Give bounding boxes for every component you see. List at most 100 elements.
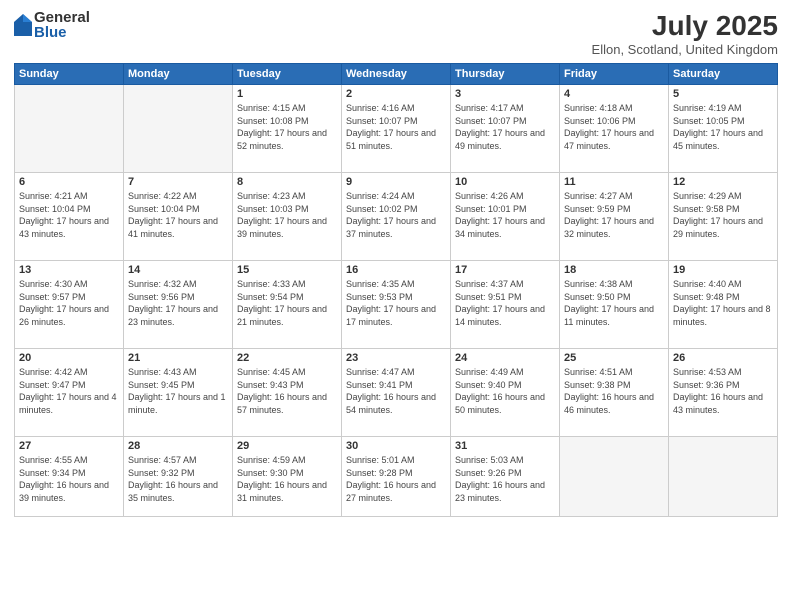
day-number: 2	[346, 88, 446, 100]
day-info: Sunrise: 4:26 AM Sunset: 10:01 PM Daylig…	[455, 190, 555, 240]
table-row: 1 Sunrise: 4:15 AM Sunset: 10:08 PM Dayli…	[233, 85, 342, 173]
day-info: Sunrise: 4:32 AM Sunset: 9:56 PM Dayligh…	[128, 278, 228, 328]
day-info: Sunrise: 4:33 AM Sunset: 9:54 PM Dayligh…	[237, 278, 337, 328]
day-info: Sunrise: 4:24 AM Sunset: 10:02 PM Daylig…	[346, 190, 446, 240]
day-number: 19	[673, 264, 773, 276]
day-number: 4	[564, 88, 664, 100]
day-number: 12	[673, 176, 773, 188]
day-info: Sunrise: 4:23 AM Sunset: 10:03 PM Daylig…	[237, 190, 337, 240]
day-info: Sunrise: 4:40 AM Sunset: 9:48 PM Dayligh…	[673, 278, 773, 328]
table-row: 24Sunrise: 4:49 AM Sunset: 9:40 PM Dayli…	[451, 349, 560, 437]
day-info: Sunrise: 5:03 AM Sunset: 9:26 PM Dayligh…	[455, 454, 555, 504]
day-info: Sunrise: 4:55 AM Sunset: 9:34 PM Dayligh…	[19, 454, 119, 504]
table-row: 5 Sunrise: 4:19 AM Sunset: 10:05 PM Dayli…	[669, 85, 778, 173]
day-number: 6	[19, 176, 119, 188]
table-row: 6 Sunrise: 4:21 AM Sunset: 10:04 PM Dayli…	[15, 173, 124, 261]
title-block: July 2025 Ellon, Scotland, United Kingdo…	[592, 10, 778, 57]
day-number: 11	[564, 176, 664, 188]
day-number: 16	[346, 264, 446, 276]
table-row: 15 Sunrise: 4:33 AM Sunset: 9:54 PM Dayli…	[233, 261, 342, 349]
calendar-title: July 2025	[592, 10, 778, 42]
col-monday: Monday	[124, 64, 233, 85]
table-row: 17Sunrise: 4:37 AM Sunset: 9:51 PM Dayli…	[451, 261, 560, 349]
day-info: Sunrise: 4:38 AM Sunset: 9:50 PM Dayligh…	[564, 278, 664, 328]
table-row: 4 Sunrise: 4:18 AM Sunset: 10:06 PM Dayli…	[560, 85, 669, 173]
day-info: Sunrise: 4:19 AM Sunset: 10:05 PM Daylig…	[673, 102, 773, 152]
day-number: 7	[128, 176, 228, 188]
table-row: 13 Sunrise: 4:30 AM Sunset: 9:57 PM Dayli…	[15, 261, 124, 349]
day-number: 31	[455, 440, 555, 452]
table-row: 28Sunrise: 4:57 AM Sunset: 9:32 PM Dayli…	[124, 437, 233, 517]
day-number: 15	[237, 264, 337, 276]
day-info: Sunrise: 4:53 AM Sunset: 9:36 PM Dayligh…	[673, 366, 773, 416]
table-row: 9 Sunrise: 4:24 AM Sunset: 10:02 PM Dayli…	[342, 173, 451, 261]
table-row: 10 Sunrise: 4:26 AM Sunset: 10:01 PM Dayl…	[451, 173, 560, 261]
table-row: 14Sunrise: 4:32 AM Sunset: 9:56 PM Dayli…	[124, 261, 233, 349]
table-row: 22Sunrise: 4:45 AM Sunset: 9:43 PM Dayli…	[233, 349, 342, 437]
table-row: 3Sunrise: 4:17 AM Sunset: 10:07 PM Dayli…	[451, 85, 560, 173]
calendar-table: Sunday Monday Tuesday Wednesday Thursday…	[14, 63, 778, 517]
table-row: 31 Sunrise: 5:03 AM Sunset: 9:26 PM Dayli…	[451, 437, 560, 517]
day-number: 20	[19, 352, 119, 364]
day-number: 21	[128, 352, 228, 364]
day-number: 29	[237, 440, 337, 452]
calendar-week-row: 13 Sunrise: 4:30 AM Sunset: 9:57 PM Dayli…	[15, 261, 778, 349]
page: General Blue July 2025 Ellon, Scotland, …	[0, 0, 792, 612]
day-info: Sunrise: 4:59 AM Sunset: 9:30 PM Dayligh…	[237, 454, 337, 504]
calendar-location: Ellon, Scotland, United Kingdom	[592, 42, 778, 57]
col-saturday: Saturday	[669, 64, 778, 85]
day-info: Sunrise: 4:51 AM Sunset: 9:38 PM Dayligh…	[564, 366, 664, 416]
table-row: 21 Sunrise: 4:43 AM Sunset: 9:45 PM Dayli…	[124, 349, 233, 437]
day-info: Sunrise: 4:45 AM Sunset: 9:43 PM Dayligh…	[237, 366, 337, 416]
day-number: 13	[19, 264, 119, 276]
day-number: 8	[237, 176, 337, 188]
table-row: 26 Sunrise: 4:53 AM Sunset: 9:36 PM Dayli…	[669, 349, 778, 437]
col-tuesday: Tuesday	[233, 64, 342, 85]
table-row: 12Sunrise: 4:29 AM Sunset: 9:58 PM Dayli…	[669, 173, 778, 261]
day-info: Sunrise: 4:30 AM Sunset: 9:57 PM Dayligh…	[19, 278, 119, 328]
day-info: Sunrise: 4:16 AM Sunset: 10:07 PM Daylig…	[346, 102, 446, 152]
table-row: 23 Sunrise: 4:47 AM Sunset: 9:41 PM Dayli…	[342, 349, 451, 437]
logo-general-text: General	[34, 10, 90, 25]
day-info: Sunrise: 4:42 AM Sunset: 9:47 PM Dayligh…	[19, 366, 119, 416]
day-info: Sunrise: 4:18 AM Sunset: 10:06 PM Daylig…	[564, 102, 664, 152]
col-friday: Friday	[560, 64, 669, 85]
col-sunday: Sunday	[15, 64, 124, 85]
day-number: 23	[346, 352, 446, 364]
table-row: 16 Sunrise: 4:35 AM Sunset: 9:53 PM Dayli…	[342, 261, 451, 349]
day-number: 5	[673, 88, 773, 100]
table-row: 18 Sunrise: 4:38 AM Sunset: 9:50 PM Dayli…	[560, 261, 669, 349]
day-info: Sunrise: 4:21 AM Sunset: 10:04 PM Daylig…	[19, 190, 119, 240]
day-number: 10	[455, 176, 555, 188]
calendar-week-row: 6 Sunrise: 4:21 AM Sunset: 10:04 PM Dayli…	[15, 173, 778, 261]
table-row: 2 Sunrise: 4:16 AM Sunset: 10:07 PM Dayli…	[342, 85, 451, 173]
logo-blue-text: Blue	[34, 25, 90, 40]
table-row	[560, 437, 669, 517]
table-row	[15, 85, 124, 173]
day-number: 1	[237, 88, 337, 100]
day-number: 9	[346, 176, 446, 188]
day-info: Sunrise: 4:35 AM Sunset: 9:53 PM Dayligh…	[346, 278, 446, 328]
table-row	[669, 437, 778, 517]
col-wednesday: Wednesday	[342, 64, 451, 85]
day-info: Sunrise: 4:47 AM Sunset: 9:41 PM Dayligh…	[346, 366, 446, 416]
table-row: 20 Sunrise: 4:42 AM Sunset: 9:47 PM Dayli…	[15, 349, 124, 437]
day-info: Sunrise: 4:27 AM Sunset: 9:59 PM Dayligh…	[564, 190, 664, 240]
calendar-week-row: 27 Sunrise: 4:55 AM Sunset: 9:34 PM Dayli…	[15, 437, 778, 517]
table-row: 29 Sunrise: 4:59 AM Sunset: 9:30 PM Dayli…	[233, 437, 342, 517]
day-number: 18	[564, 264, 664, 276]
day-info: Sunrise: 4:57 AM Sunset: 9:32 PM Dayligh…	[128, 454, 228, 504]
day-number: 25	[564, 352, 664, 364]
day-info: Sunrise: 4:43 AM Sunset: 9:45 PM Dayligh…	[128, 366, 228, 416]
day-info: Sunrise: 4:15 AM Sunset: 10:08 PM Daylig…	[237, 102, 337, 152]
logo: General Blue	[14, 10, 90, 40]
day-number: 26	[673, 352, 773, 364]
table-row	[124, 85, 233, 173]
day-number: 3	[455, 88, 555, 100]
calendar-week-row: 20 Sunrise: 4:42 AM Sunset: 9:47 PM Dayli…	[15, 349, 778, 437]
day-number: 24	[455, 352, 555, 364]
table-row: 7Sunrise: 4:22 AM Sunset: 10:04 PM Dayli…	[124, 173, 233, 261]
day-number: 27	[19, 440, 119, 452]
day-info: Sunrise: 5:01 AM Sunset: 9:28 PM Dayligh…	[346, 454, 446, 504]
day-info: Sunrise: 4:37 AM Sunset: 9:51 PM Dayligh…	[455, 278, 555, 328]
